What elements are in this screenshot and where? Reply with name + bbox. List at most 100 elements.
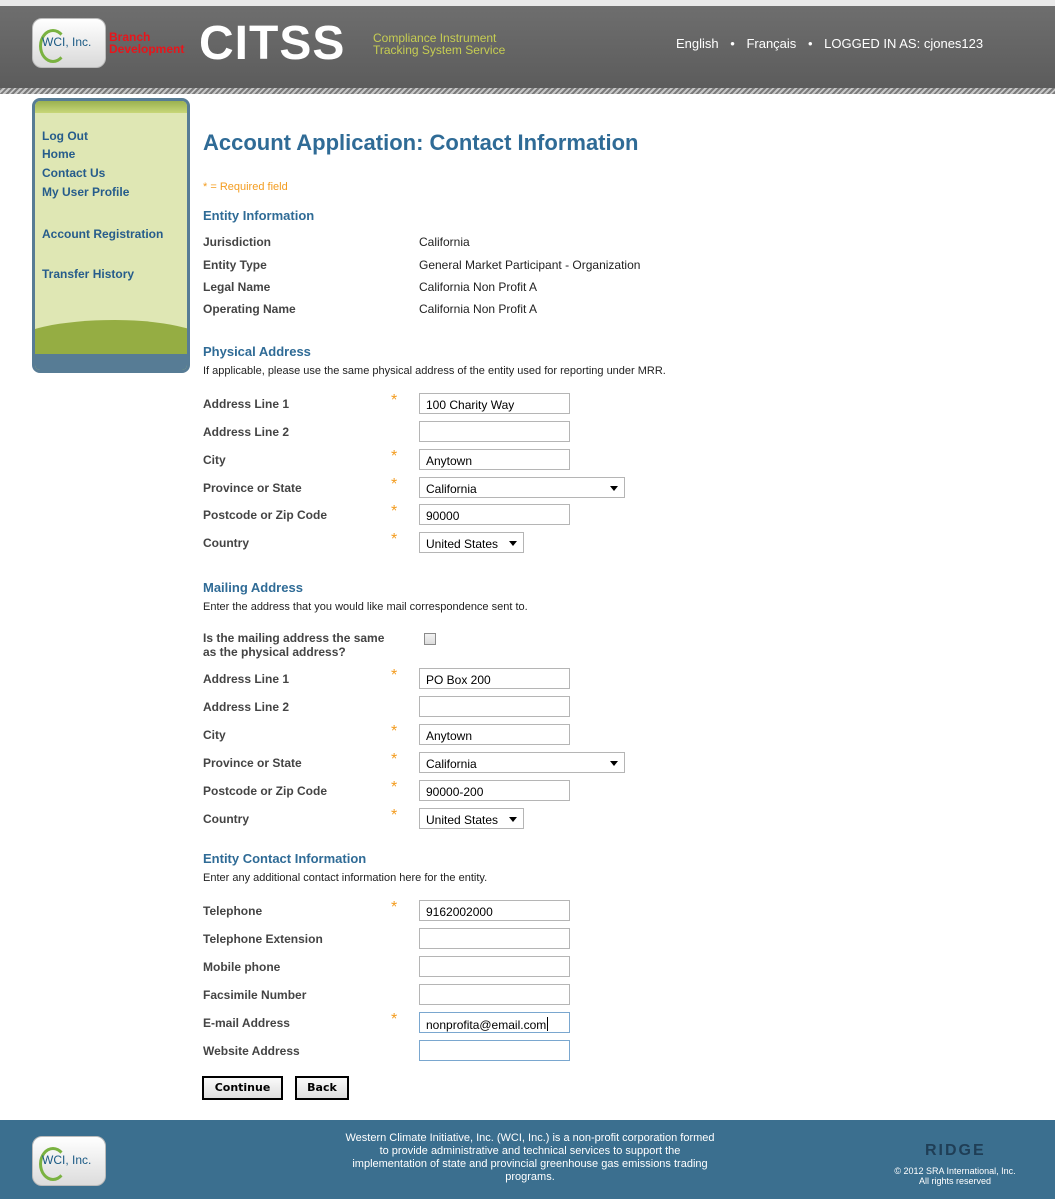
logged-in-label: LOGGED IN AS: bbox=[824, 36, 921, 51]
logo-text: WCI, Inc. bbox=[42, 35, 92, 49]
mailing-same-checkbox[interactable] bbox=[424, 633, 436, 645]
nav-separator: • bbox=[730, 36, 735, 51]
sidebar-cap bbox=[35, 101, 187, 113]
label-physical-state: Province or State bbox=[203, 481, 302, 495]
required-marker: * bbox=[391, 531, 398, 548]
label-facsimile: Facsimile Number bbox=[203, 988, 307, 1002]
label-mailing-zip: Postcode or Zip Code bbox=[203, 784, 328, 798]
label-mailing-same-line1: Is the mailing address the same bbox=[203, 631, 385, 645]
dropdown-arrow-icon bbox=[509, 817, 517, 822]
facsimile-input[interactable] bbox=[419, 984, 570, 1005]
label-mailing-same: Is the mailing address the same as the p… bbox=[203, 631, 384, 659]
label-legal-name: Legal Name bbox=[203, 280, 271, 294]
required-marker: * bbox=[391, 807, 398, 824]
footer-line1: Western Climate Initiative, Inc. (WCI, I… bbox=[345, 1132, 715, 1144]
physical-zip-input[interactable]: 90000 bbox=[419, 504, 570, 525]
value-entity-type: General Market Participant - Organizatio… bbox=[419, 258, 641, 272]
required-marker: * bbox=[391, 476, 398, 493]
label-mailing-address1: Address Line 1 bbox=[203, 672, 290, 686]
sidebar-item-log-out[interactable]: Log Out bbox=[42, 129, 88, 143]
label-physical-address2: Address Line 2 bbox=[203, 425, 290, 439]
continue-button[interactable]: Continue bbox=[202, 1076, 283, 1100]
footer-line2: to provide administrative and technical … bbox=[379, 1145, 681, 1157]
ridge-logo: RIDGE bbox=[925, 1142, 986, 1159]
required-marker: * bbox=[391, 392, 398, 409]
branch-label: Branch Development bbox=[109, 31, 184, 55]
sidebar-item-transfer-history[interactable]: Transfer History bbox=[42, 267, 134, 281]
telephone-input[interactable]: 9162002000 bbox=[419, 900, 570, 921]
sidebar-item-account-registration[interactable]: Account Registration bbox=[42, 227, 163, 241]
label-physical-zip: Postcode or Zip Code bbox=[203, 508, 328, 522]
copyright: © 2012 SRA International, Inc. All right… bbox=[870, 1166, 1040, 1186]
label-physical-country: Country bbox=[203, 536, 249, 550]
label-mailing-same-line2: as the physical address? bbox=[203, 645, 346, 659]
label-physical-address1: Address Line 1 bbox=[203, 397, 290, 411]
header-bar: WCI, Inc. Branch Development CITSS Compl… bbox=[0, 0, 1055, 94]
copyright-line2: All rights reserved bbox=[918, 1176, 992, 1186]
required-marker: * bbox=[391, 1011, 398, 1028]
value-legal-name: California Non Profit A bbox=[419, 280, 538, 294]
section-title-entity: Entity Information bbox=[203, 208, 315, 223]
mailing-description: Enter the address that you would like ma… bbox=[203, 601, 528, 613]
physical-city-input[interactable]: Anytown bbox=[419, 449, 570, 470]
required-marker: * bbox=[391, 779, 398, 796]
lang-english-link[interactable]: English bbox=[676, 36, 719, 51]
branch-line2: Development bbox=[109, 42, 185, 56]
required-marker: * bbox=[391, 667, 398, 684]
physical-state-select[interactable]: California bbox=[419, 477, 625, 498]
section-title-contact: Entity Contact Information bbox=[203, 851, 367, 866]
value-operating-name: California Non Profit A bbox=[419, 302, 538, 316]
physical-address2-input[interactable] bbox=[419, 421, 570, 442]
back-button[interactable]: Back bbox=[295, 1076, 349, 1100]
required-marker: * bbox=[391, 723, 398, 740]
lang-french-link[interactable]: Français bbox=[746, 36, 796, 51]
nav-separator: • bbox=[807, 36, 813, 51]
physical-address1-input[interactable]: 100 Charity Way bbox=[419, 393, 570, 414]
value-jurisdiction: California bbox=[419, 235, 470, 249]
label-operating-name: Operating Name bbox=[203, 302, 296, 316]
sidebar-decoration bbox=[35, 354, 187, 370]
footer: WCI, Inc. Western Climate Initiative, In… bbox=[0, 1120, 1055, 1199]
label-entity-type: Entity Type bbox=[203, 258, 267, 272]
section-title-mailing: Mailing Address bbox=[203, 580, 303, 595]
wci-logo[interactable]: WCI, Inc. bbox=[32, 18, 106, 68]
physical-country-select[interactable]: United States bbox=[419, 532, 524, 553]
email-input-value: nonprofita@email.com bbox=[426, 1018, 547, 1032]
label-jurisdiction: Jurisdiction bbox=[203, 235, 272, 249]
physical-description: If applicable, please use the same physi… bbox=[203, 365, 666, 377]
text-caret bbox=[547, 1017, 549, 1031]
header-stripe bbox=[0, 88, 1055, 94]
mailing-address2-input[interactable] bbox=[419, 696, 570, 717]
required-marker: * bbox=[391, 899, 398, 916]
required-note: * = Required field bbox=[203, 181, 288, 193]
footer-logo-text: WCI, Inc. bbox=[42, 1153, 92, 1167]
email-input[interactable]: nonprofita@email.com bbox=[419, 1012, 570, 1033]
sidebar-item-contact-us[interactable]: Contact Us bbox=[42, 166, 105, 180]
footer-line3: implementation of state and provincial g… bbox=[352, 1158, 708, 1170]
contact-description: Enter any additional contact information… bbox=[203, 872, 488, 884]
mailing-address1-input[interactable]: PO Box 200 bbox=[419, 668, 570, 689]
website-input[interactable] bbox=[419, 1040, 570, 1061]
username: cjones123 bbox=[923, 36, 984, 51]
mailing-country-select[interactable]: United States bbox=[419, 808, 524, 829]
label-mailing-state: Province or State bbox=[203, 756, 302, 770]
dropdown-arrow-icon bbox=[610, 486, 618, 491]
label-mailing-city: City bbox=[203, 728, 226, 742]
mailing-state-select[interactable]: California bbox=[419, 752, 625, 773]
mailing-zip-input[interactable]: 90000-200 bbox=[419, 780, 570, 801]
section-title-physical: Physical Address bbox=[203, 344, 311, 359]
mobile-phone-input[interactable] bbox=[419, 956, 570, 977]
label-mailing-country: Country bbox=[203, 812, 249, 826]
label-mailing-address2: Address Line 2 bbox=[203, 700, 290, 714]
telephone-extension-input[interactable] bbox=[419, 928, 570, 949]
physical-state-value: California bbox=[426, 482, 477, 496]
label-physical-city: City bbox=[203, 453, 226, 467]
mailing-city-input[interactable]: Anytown bbox=[419, 724, 570, 745]
top-nav: English • Français • LOGGED IN AS: cjone… bbox=[676, 36, 983, 51]
physical-country-value: United States bbox=[426, 537, 499, 551]
required-marker: * bbox=[391, 448, 398, 465]
sidebar-item-home[interactable]: Home bbox=[42, 147, 75, 161]
page-title: Account Application: Contact Information bbox=[203, 130, 639, 155]
app-subtitle-line2: Tracking System Service bbox=[373, 43, 506, 57]
sidebar-item-my-user-profile[interactable]: My User Profile bbox=[42, 185, 129, 199]
